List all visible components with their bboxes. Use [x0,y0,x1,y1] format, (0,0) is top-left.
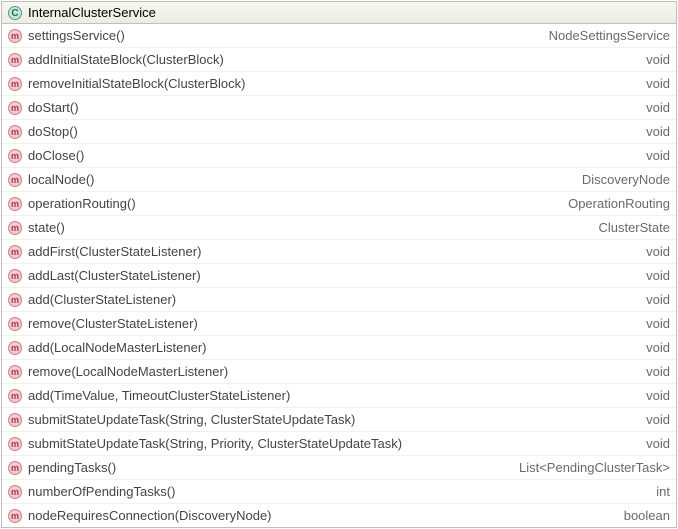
method-return-type: OperationRouting [568,196,670,211]
method-icon: m [8,461,22,475]
method-row[interactable]: m doStop() void [2,120,676,144]
method-signature: pendingTasks() [28,460,509,475]
method-row[interactable]: m removeInitialStateBlock(ClusterBlock) vo… [2,72,676,96]
method-return-type: void [646,388,670,403]
method-signature: doStop() [28,124,636,139]
method-row[interactable]: m addFirst(ClusterStateListener) void [2,240,676,264]
method-return-type: void [646,340,670,355]
method-row[interactable]: m add(LocalNodeMasterListener) void [2,336,676,360]
method-icon: m [8,245,22,259]
method-return-type: void [646,148,670,163]
method-row[interactable]: m addInitialStateBlock(ClusterBlock) void [2,48,676,72]
method-row[interactable]: m numberOfPendingTasks() int [2,480,676,504]
method-row[interactable]: m add(ClusterStateListener) void [2,288,676,312]
method-signature: doClose() [28,148,636,163]
method-row[interactable]: m localNode() DiscoveryNode [2,168,676,192]
method-row[interactable]: m addLast(ClusterStateListener) void [2,264,676,288]
method-return-type: void [646,268,670,283]
method-icon: m [8,365,22,379]
method-row[interactable]: m doClose() void [2,144,676,168]
method-return-type: void [646,316,670,331]
method-row[interactable]: m doStart() void [2,96,676,120]
structure-view-panel: C InternalClusterService m settingsServic… [1,1,677,528]
method-return-type: void [646,124,670,139]
method-signature: operationRouting() [28,196,558,211]
method-return-type: List<PendingClusterTask> [519,460,670,475]
method-return-type: void [646,364,670,379]
method-return-type: void [646,436,670,451]
method-return-type: NodeSettingsService [549,28,670,43]
method-signature: submitStateUpdateTask(String, ClusterSta… [28,412,636,427]
method-icon: m [8,413,22,427]
method-icon: m [8,389,22,403]
method-return-type: boolean [624,508,670,523]
method-icon: m [8,293,22,307]
method-row[interactable]: m operationRouting() OperationRouting [2,192,676,216]
method-icon: m [8,269,22,283]
method-list: msettingsService()NodeSettingsServicemad… [2,24,676,527]
method-return-type: void [646,292,670,307]
method-signature: remove(LocalNodeMasterListener) [28,364,636,379]
method-signature: doStart() [28,100,636,115]
method-icon: m [8,485,22,499]
method-signature: add(ClusterStateListener) [28,292,636,307]
method-icon: m [8,149,22,163]
class-icon: C [8,6,22,20]
method-icon: m [8,341,22,355]
method-icon: m [8,437,22,451]
method-signature: removeInitialStateBlock(ClusterBlock) [28,76,636,91]
method-return-type: int [656,484,670,499]
method-signature: addFirst(ClusterStateListener) [28,244,636,259]
method-signature: addLast(ClusterStateListener) [28,268,636,283]
method-return-type: void [646,52,670,67]
method-return-type: void [646,76,670,91]
method-return-type: DiscoveryNode [582,172,670,187]
method-signature: remove(ClusterStateListener) [28,316,636,331]
method-signature: state() [28,220,588,235]
method-icon: m [8,509,22,523]
method-signature: nodeRequiresConnection(DiscoveryNode) [28,508,614,523]
method-return-type: void [646,100,670,115]
method-return-type: void [646,412,670,427]
method-row[interactable]: m submitStateUpdateTask(String, Priority,… [2,432,676,456]
class-header[interactable]: C InternalClusterService [2,2,676,24]
method-signature: localNode() [28,172,572,187]
method-icon: m [8,221,22,235]
method-return-type: ClusterState [598,220,670,235]
method-signature: addInitialStateBlock(ClusterBlock) [28,52,636,67]
method-icon: m [8,317,22,331]
method-row[interactable]: m state() ClusterState [2,216,676,240]
method-icon: m [8,77,22,91]
method-signature: settingsService() [28,28,539,43]
method-signature: add(TimeValue, TimeoutClusterStateListen… [28,388,636,403]
method-icon: m [8,197,22,211]
method-signature: numberOfPendingTasks() [28,484,646,499]
method-icon: m [8,101,22,115]
method-icon: m [8,29,22,43]
method-signature: add(LocalNodeMasterListener) [28,340,636,355]
method-return-type: void [646,244,670,259]
method-row[interactable]: m nodeRequiresConnection(DiscoveryNode) bo… [2,504,676,527]
method-row[interactable]: m pendingTasks() List<PendingClusterTask> [2,456,676,480]
method-row[interactable]: m add(TimeValue, TimeoutClusterStateListe… [2,384,676,408]
method-signature: submitStateUpdateTask(String, Priority, … [28,436,636,451]
method-icon: m [8,173,22,187]
method-icon: m [8,53,22,67]
method-row[interactable]: m remove(LocalNodeMasterListener) void [2,360,676,384]
method-row[interactable]: m submitStateUpdateTask(String, ClusterSt… [2,408,676,432]
method-row[interactable]: m settingsService() NodeSettingsService [2,24,676,48]
class-title: InternalClusterService [28,5,156,20]
method-icon: m [8,125,22,139]
method-row[interactable]: m remove(ClusterStateListener) void [2,312,676,336]
